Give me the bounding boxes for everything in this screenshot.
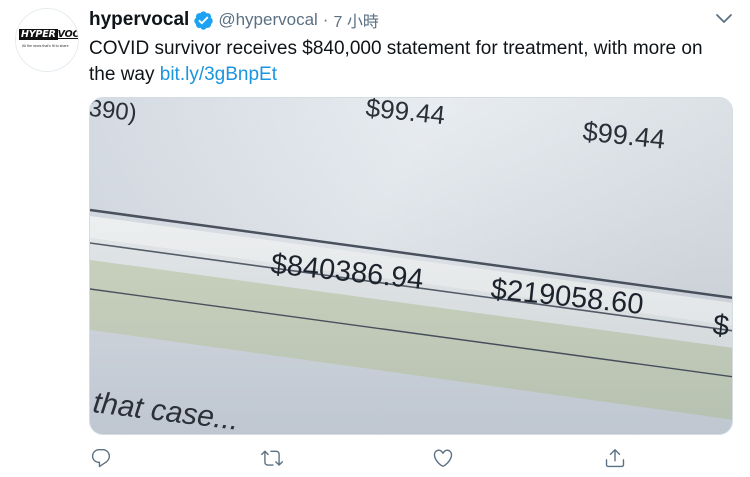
media-amount-edge: $: [711, 309, 730, 343]
avatar-logo: HYPERVOCAL: [19, 29, 79, 40]
tweet-link[interactable]: bit.ly/3gBnpEt: [160, 64, 277, 85]
verified-badge-icon: [193, 10, 214, 31]
separator-dot: ·: [322, 10, 329, 29]
tweet-header: hypervocal @hypervocal · 7 小時: [89, 9, 379, 31]
avatar-logo-box: HYPER: [19, 29, 58, 40]
avatar-logo-tail: VOCAL: [57, 29, 79, 40]
share-icon[interactable]: [604, 447, 628, 471]
action-bar: [89, 447, 649, 473]
retweet-icon[interactable]: [261, 447, 285, 471]
timestamp[interactable]: 7 小時: [333, 8, 378, 32]
reply-icon[interactable]: [90, 447, 114, 471]
media-text-top-left: 390): [90, 98, 138, 127]
avatar-tagline: All the news that's fit to share: [22, 44, 69, 48]
avatar[interactable]: HYPERVOCAL All the news that's fit to sh…: [15, 8, 79, 72]
tweet-media-photo[interactable]: 390) $99.44 $99.44 $840386.94 $219058.60…: [89, 97, 733, 435]
chevron-down-icon[interactable]: [715, 12, 733, 26]
tweet-text: COVID survivor receives $840,000 stateme…: [89, 36, 729, 88]
heart-icon[interactable]: [432, 447, 456, 471]
display-name[interactable]: hypervocal: [89, 9, 189, 31]
handle[interactable]: @hypervocal: [218, 10, 317, 30]
tweet[interactable]: HYPERVOCAL All the news that's fit to sh…: [0, 0, 750, 477]
